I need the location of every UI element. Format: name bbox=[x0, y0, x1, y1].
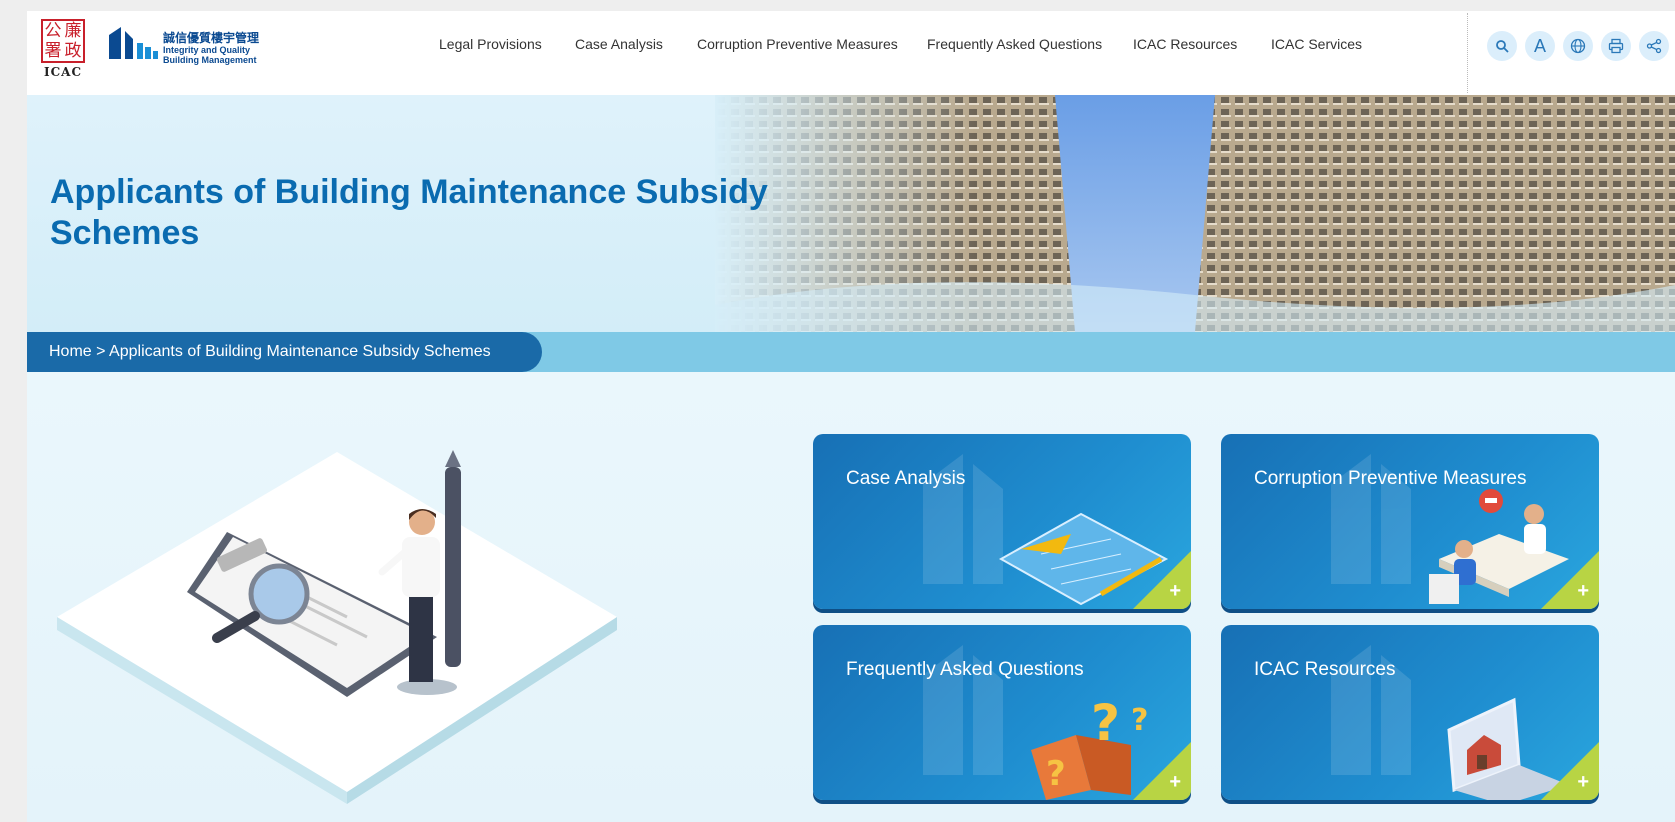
iqbm-logo[interactable]: 誠信優質樓宇管理 Integrity and Quality Building … bbox=[107, 25, 287, 71]
iqbm-building-icon bbox=[109, 27, 158, 59]
card-corner-accent bbox=[1541, 551, 1599, 609]
card-title: ICAC Resources bbox=[1254, 659, 1396, 680]
nav-frequently-asked-questions[interactable]: Frequently Asked Questions bbox=[927, 36, 1102, 52]
hero-buildings-image bbox=[715, 95, 1675, 332]
font-size-button[interactable]: A bbox=[1525, 31, 1555, 61]
document-inspection-illustration bbox=[57, 450, 617, 804]
card-corner-accent bbox=[1133, 742, 1191, 800]
seal-char: 公 bbox=[44, 21, 62, 41]
svg-text:?: ? bbox=[1091, 694, 1120, 752]
search-button[interactable] bbox=[1487, 31, 1517, 61]
nav-icac-resources[interactable]: ICAC Resources bbox=[1133, 36, 1237, 52]
card-corner-accent bbox=[1133, 551, 1191, 609]
breadcrumb-separator: > bbox=[91, 343, 110, 360]
print-button[interactable] bbox=[1601, 31, 1631, 61]
nav-case-analysis[interactable]: Case Analysis bbox=[575, 36, 663, 52]
hero-banner: Applicants of Building Maintenance Subsi… bbox=[27, 95, 1675, 332]
print-icon bbox=[1608, 38, 1624, 54]
nav-corruption-preventive-measures[interactable]: Corruption Preventive Measures bbox=[697, 36, 898, 52]
card-corner-accent bbox=[1541, 742, 1599, 800]
card-corruption-preventive-measures[interactable]: Corruption Preventive Measures + bbox=[1221, 434, 1599, 609]
seal-char: 政 bbox=[64, 41, 82, 61]
icac-logo[interactable]: 公 廉 署 政 ICAC bbox=[41, 19, 85, 79]
svg-text:?: ? bbox=[1046, 754, 1066, 794]
seal-char: 署 bbox=[44, 41, 62, 61]
nav-legal-provisions[interactable]: Legal Provisions bbox=[439, 36, 542, 52]
plus-icon: + bbox=[1577, 580, 1589, 602]
page-title: Applicants of Building Maintenance Subsi… bbox=[50, 173, 768, 252]
breadcrumb-current: Applicants of Building Maintenance Subsi… bbox=[109, 343, 491, 360]
nav-icac-services[interactable]: ICAC Services bbox=[1271, 36, 1362, 52]
main-content: Case Analysis + Corruption Preventive Me… bbox=[27, 372, 1675, 822]
search-icon bbox=[1496, 40, 1509, 53]
seal-char: 廉 bbox=[64, 21, 82, 41]
globe-icon bbox=[1570, 38, 1586, 54]
iqbm-logo-english-line2: Building Management bbox=[163, 55, 257, 65]
share-icon bbox=[1646, 38, 1662, 54]
site-header: 公 廉 署 政 ICAC 誠信優質樓宇管理 Integrity and Qual… bbox=[27, 11, 1675, 95]
card-title: Frequently Asked Questions bbox=[846, 659, 1084, 680]
font-size-icon: A bbox=[1533, 35, 1546, 56]
language-button[interactable] bbox=[1563, 31, 1593, 61]
icac-seal: 公 廉 署 政 bbox=[41, 19, 85, 63]
icac-logo-text: ICAC bbox=[43, 65, 83, 79]
plus-icon: + bbox=[1169, 580, 1181, 602]
breadcrumb-home-link[interactable]: Home bbox=[49, 343, 92, 360]
iqbm-logo-english-line1: Integrity and Quality bbox=[163, 45, 251, 55]
page: 公 廉 署 政 ICAC 誠信優質樓宇管理 Integrity and Qual… bbox=[27, 11, 1675, 822]
card-title: Case Analysis bbox=[846, 468, 966, 489]
svg-text:?: ? bbox=[1131, 703, 1148, 738]
card-title: Corruption Preventive Measures bbox=[1254, 468, 1527, 489]
plus-icon: + bbox=[1577, 771, 1589, 793]
card-frequently-asked-questions[interactable]: ? ? ? Frequently Asked Questions + bbox=[813, 625, 1191, 800]
iqbm-logo-chinese: 誠信優質樓宇管理 bbox=[163, 31, 260, 45]
card-icac-resources[interactable]: ICAC Resources + bbox=[1221, 625, 1599, 800]
card-case-analysis[interactable]: Case Analysis + bbox=[813, 434, 1191, 609]
header-divider bbox=[1467, 13, 1468, 93]
breadcrumb-bar: Home > Applicants of Building Maintenanc… bbox=[27, 332, 1675, 372]
breadcrumb: Home > Applicants of Building Maintenanc… bbox=[27, 332, 542, 372]
share-button[interactable] bbox=[1639, 31, 1669, 61]
plus-icon: + bbox=[1169, 771, 1181, 793]
